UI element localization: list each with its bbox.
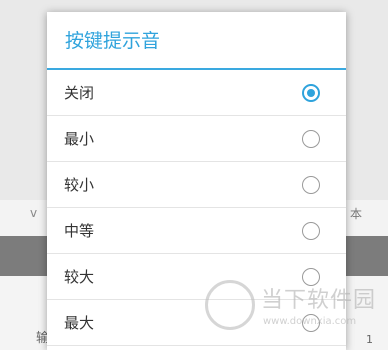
option-label: 较小 [64,176,95,194]
option-label: 最小 [64,130,95,148]
watermark-logo-icon [205,280,255,330]
watermark: 当下软件园 www.downxia.com [205,278,385,338]
radio-button[interactable] [302,176,320,194]
option-label: 关闭 [64,84,95,102]
option-label: 较大 [64,268,95,286]
watermark-name: 当下软件园 [261,288,377,313]
watermark-url: www.downxia.com [263,316,357,327]
radio-button[interactable] [302,222,320,240]
radio-button[interactable] [302,130,320,148]
option-low[interactable]: 较小 [47,162,346,208]
radio-button[interactable] [302,84,320,102]
background-right-text: 本 [350,207,363,221]
radio-dot-icon [307,89,315,97]
option-label: 最大 [64,314,95,332]
option-medium[interactable]: 中等 [47,208,346,254]
option-minimum[interactable]: 最小 [47,116,346,162]
dialog-title: 按键提示音 [47,12,346,70]
background-left-text: v [30,206,38,220]
option-label: 中等 [64,222,95,240]
option-off[interactable]: 关闭 [47,70,346,116]
